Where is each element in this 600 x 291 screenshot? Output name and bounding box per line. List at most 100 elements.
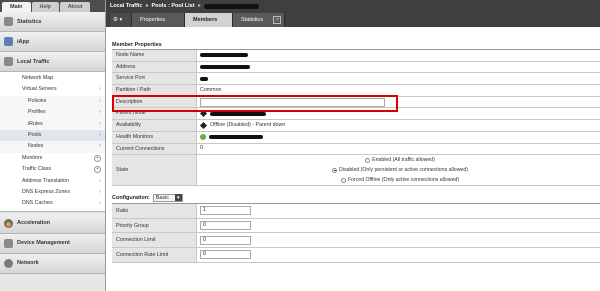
top-tab-bar: Main Help About [0,0,105,12]
sidebar-item-label: Monitors [22,154,43,161]
redacted-value [200,53,248,58]
tab-main[interactable]: Main [2,2,31,12]
breadcrumb-separator: » [145,3,149,9]
value-current-connections: 0 [200,145,203,151]
nav-acceleration[interactable]: Acceleration [0,213,105,234]
sidebar-item-policies[interactable]: Policies › [0,95,105,108]
label-current-connections: Current Connections [112,143,197,155]
sidebar-item-pools[interactable]: Pools › [0,129,105,142]
sidebar-item-virtual-servers[interactable]: Virtual Servers › [0,84,105,95]
chevron-right-icon: › [99,131,101,138]
external-link-icon[interactable]: ↗ [273,16,281,24]
breadcrumb-local-traffic[interactable]: Local Traffic [110,3,142,9]
configuration-label: Configuration: [112,194,150,201]
label-ratio: Ratio [112,204,197,218]
gauge-icon [4,218,13,228]
radio-button[interactable] [340,177,346,183]
sidebar-item-label: Traffic Class [22,166,52,173]
chevron-right-icon: › [99,120,101,127]
sidebar-item-dns-caches[interactable]: DNS Caches › [0,198,105,209]
nav-network[interactable]: Network [0,253,105,274]
connection-limit-input[interactable]: 0 [200,235,251,245]
nav-iapp[interactable]: iApp [0,32,105,52]
tab-statistics-label: Statistics [241,17,264,23]
add-icon[interactable]: + [94,166,101,174]
radio-label: Disabled (Only persistent or active conn… [339,166,468,173]
value-address [197,62,600,73]
value-availability: Offline (Disabled) - Parent down [197,120,600,131]
redacted-pool-name [203,3,259,9]
availability-text: Offline (Disabled) - Parent down [210,121,286,128]
row-current-connections: Current Connections 0 [112,143,600,156]
tab-statistics[interactable]: Statistics ↗ [233,13,285,27]
sidebar-item-network-map[interactable]: Network Map [0,73,105,84]
connection-rate-limit-input[interactable]: 0 [200,250,251,260]
member-properties-panel: Member Properties Node Name Address Serv… [112,41,600,187]
sidebar-item-label: Profiles [28,109,46,116]
sidebar: Main Help About Statistics iApp Local Tr… [0,0,106,291]
iapp-icon [4,37,13,46]
radio-button-selected[interactable] [332,167,338,173]
sidebar-item-monitors[interactable]: Monitors + [0,153,105,164]
nav-statistics-label: Statistics [17,18,42,25]
configuration-header: Configuration: Basic ▼ [112,193,600,204]
value-connection-rate-limit: 0 [197,248,251,262]
state-option-disabled[interactable]: Disabled (Only persistent or active conn… [332,167,468,174]
nav-statistics[interactable]: Statistics [0,12,105,32]
radio-button[interactable] [365,157,371,163]
label-connection-limit: Connection Limit [112,233,197,248]
nav-local-traffic[interactable]: Local Traffic [0,52,105,72]
configuration-mode-select[interactable]: Basic ▼ [152,193,183,202]
gear-icon: ⚙ ▾ [113,17,123,23]
sidebar-item-label: Policies [28,97,47,104]
redacted-value [200,65,250,70]
chevron-right-icon: › [99,143,101,150]
page-header: Local Traffic » Pools : Pool List » ⚙ ▾ … [106,0,600,27]
statistics-icon [4,17,13,26]
settings-dropdown[interactable]: ⚙ ▾ [110,13,132,27]
tab-help[interactable]: Help [31,2,59,12]
sidebar-item-label: Address Translation [22,177,69,184]
sidebar-item-nodes[interactable]: Nodes › [0,141,105,153]
value-service-port [197,73,600,84]
label-priority-group: Priority Group [112,218,197,233]
status-ok-icon [200,134,206,141]
device-icon [4,238,13,248]
sidebar-item-traffic-class[interactable]: Traffic Class + [0,164,105,175]
state-radio-group: Enabled (All traffic allowed) Disabled (… [197,155,600,185]
chevron-right-icon: › [99,97,101,104]
label-state: State [112,155,197,186]
tab-members[interactable]: Members [185,13,233,27]
priority-group-input[interactable]: 0 [200,221,251,231]
tab-about[interactable]: About [59,2,91,12]
sidebar-item-irules[interactable]: iRules › [0,118,105,130]
chevron-right-icon: › [99,188,101,195]
tab-properties[interactable]: Properties [132,13,185,27]
nav-device-management[interactable]: Device Management [0,233,105,254]
redacted-value[interactable] [209,135,263,140]
radio-label: Enabled (All traffic allowed) [372,156,435,163]
label-node-name: Node Name [112,50,197,61]
chevron-down-icon: ▼ [174,194,182,201]
sidebar-item-label: Network Map [22,75,54,81]
sidebar-item-dns-express-zones[interactable]: DNS Express Zones › [0,187,105,198]
state-option-enabled[interactable]: Enabled (All traffic allowed) [365,157,435,164]
configuration-panel: Configuration: Basic ▼ Ratio 1 Priority … [112,193,600,263]
row-ratio: Ratio 1 [112,204,600,219]
sidebar-item-profiles[interactable]: Profiles › [0,107,105,119]
redacted-value[interactable] [210,111,266,116]
nav-acceleration-label: Acceleration [17,220,51,227]
ratio-input[interactable]: 1 [200,206,251,216]
row-address: Address [112,61,600,74]
sidebar-item-address-translation[interactable]: Address Translation › [0,176,105,187]
highlight-box [112,95,398,112]
row-service-port: Service Port [112,73,600,86]
breadcrumb: Local Traffic » Pools : Pool List » [110,1,259,11]
add-icon[interactable]: + [94,154,101,162]
breadcrumb-pool-list[interactable]: Pools : Pool List [151,3,194,9]
nav-network-label: Network [17,260,39,267]
section-title: Member Properties [112,41,600,50]
chevron-right-icon: › [99,177,101,184]
sidebar-item-label: iRules [28,120,43,127]
state-option-forced-offline[interactable]: Forced Offline (Only active connections … [340,177,459,184]
